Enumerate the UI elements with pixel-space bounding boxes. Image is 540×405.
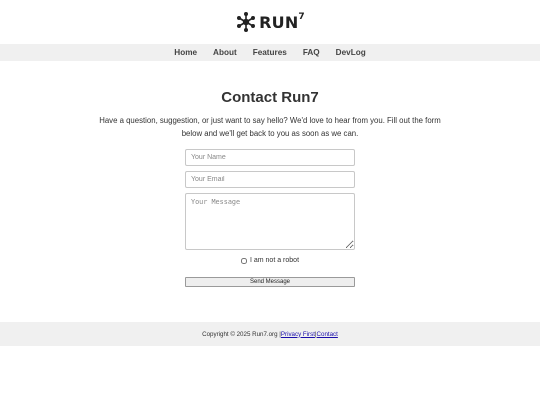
main-nav: Home About Features FAQ DevLog: [0, 44, 540, 61]
copyright-text: Copyright © 2025 Run7.org |: [202, 330, 281, 338]
email-field[interactable]: [185, 171, 355, 188]
robot-check[interactable]: I am not a robot: [185, 257, 355, 264]
name-field[interactable]: [185, 149, 355, 166]
nav-faq[interactable]: FAQ: [295, 48, 328, 57]
nav-home[interactable]: Home: [166, 48, 205, 57]
brand-name: RUN7: [259, 11, 305, 32]
send-message-button[interactable]: Send Message: [185, 277, 355, 287]
nav-devlog[interactable]: DevLog: [328, 48, 374, 57]
page-title: Contact Run7: [221, 89, 319, 106]
contact-form: I am not a robot Send Message: [185, 144, 355, 287]
nav-about[interactable]: About: [205, 48, 245, 57]
robot-label: I am not a robot: [249, 257, 300, 264]
intro-text: Have a question, suggestion, or just wan…: [99, 116, 441, 138]
site-logo[interactable]: RUN7: [235, 11, 305, 33]
message-field[interactable]: [185, 193, 355, 250]
contact-link[interactable]: Contact: [317, 331, 338, 338]
site-footer: Copyright © 2025 Run7.org | Privacy Firs…: [0, 322, 540, 346]
privacy-link[interactable]: Privacy First: [281, 331, 315, 338]
molecule-icon: [237, 12, 256, 32]
robot-checkbox[interactable]: [240, 257, 247, 264]
site-header: RUN7: [0, 0, 540, 44]
contact-section: Contact Run7 Have a question, suggestion…: [0, 89, 540, 287]
nav-features[interactable]: Features: [245, 48, 295, 57]
